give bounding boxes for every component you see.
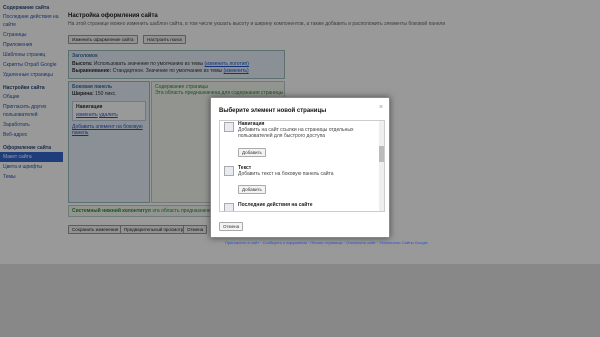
element-list: Навигация Добавить на сайт ссылки на стр… <box>219 120 385 212</box>
dialog-title: Выберите элемент новой страницы <box>219 108 327 114</box>
add-text-button[interactable]: Добавить <box>238 185 266 194</box>
close-icon[interactable]: × <box>379 104 383 111</box>
navigation-icon <box>224 122 234 132</box>
dialog-cancel-button[interactable]: Отмена <box>219 222 244 231</box>
list-item-desc: Добавить текст на боковую панель сайта <box>238 171 334 177</box>
list-scrollbar[interactable] <box>379 121 384 211</box>
screen: Содержание сайта Последние действия на с… <box>0 0 600 264</box>
text-icon <box>224 166 234 176</box>
add-element-dialog: Выберите элемент новой страницы × Навига… <box>210 97 390 238</box>
add-navigation-button[interactable]: Добавить <box>238 148 266 157</box>
list-item-desc: Добавить на сайт ссылки на страницы отде… <box>238 127 354 139</box>
page-footer[interactable]: Пригласить в сайт · Сообщить о нарушении… <box>225 240 428 245</box>
recent-activity-icon <box>224 203 234 211</box>
list-item-title: Последние действия на сайте <box>238 202 313 208</box>
scrollbar-thumb[interactable] <box>379 146 384 162</box>
